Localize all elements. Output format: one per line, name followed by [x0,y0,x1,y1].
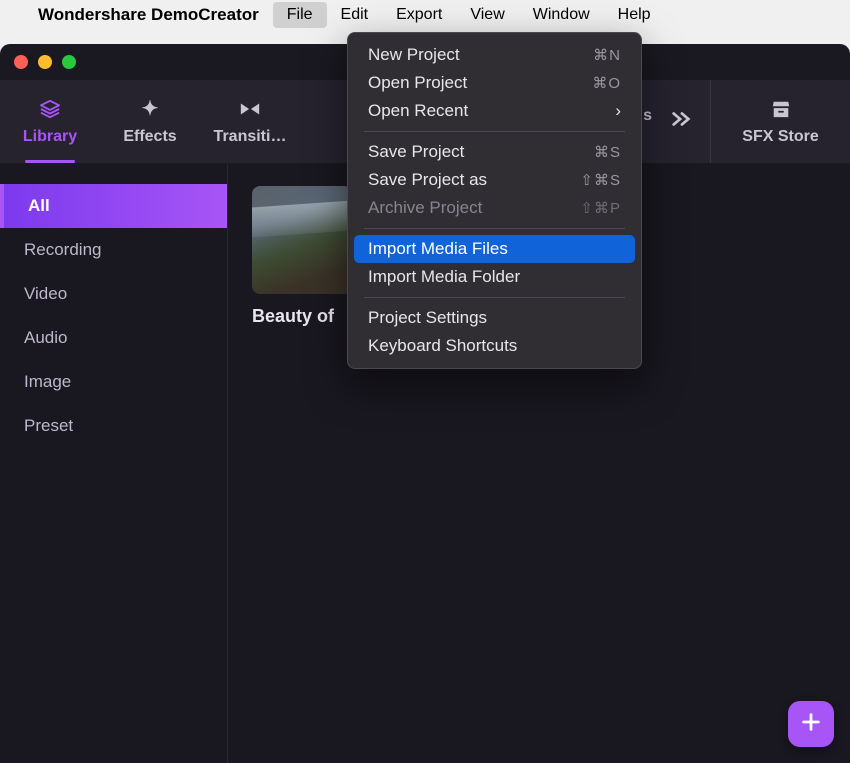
app-name: Wondershare DemoCreator [38,5,259,25]
menubar-item-file[interactable]: File [273,2,327,28]
window-close-button[interactable] [14,55,28,69]
tab-transitions[interactable]: Transiti… [200,80,300,163]
tab-library[interactable]: Library [0,80,100,163]
window-minimize-button[interactable] [38,55,52,69]
file-import-media-folder[interactable]: Import Media Folder [354,263,635,291]
tab-label: s [643,107,652,125]
file-open-project[interactable]: Open Project ⌘O [354,69,635,97]
chevron-double-right-icon [670,110,692,133]
menu-label: Import Media Folder [368,267,520,287]
macos-menubar: Wondershare DemoCreator File Edit Export… [0,0,850,30]
tab-effects[interactable]: ✦ Effects [100,80,200,163]
menubar-item-window[interactable]: Window [519,2,604,28]
tabs-overflow-button[interactable] [652,80,710,163]
sidebar-item-video[interactable]: Video [0,272,227,316]
menu-label: Project Settings [368,308,487,328]
file-new-project[interactable]: New Project ⌘N [354,41,635,69]
menubar-item-export[interactable]: Export [382,2,456,28]
sidebar-item-audio[interactable]: Audio [0,316,227,360]
chevron-right-icon: › [615,101,621,121]
file-save-project-as[interactable]: Save Project as ⇧⌘S [354,166,635,194]
window-zoom-button[interactable] [62,55,76,69]
menu-shortcut: ⌘S [594,143,621,161]
menu-label: Open Recent [368,101,468,121]
menu-separator [364,131,625,132]
menu-separator [364,297,625,298]
menubar-item-help[interactable]: Help [604,2,665,28]
tab-label: Transiti… [214,128,287,146]
menu-label: Archive Project [368,198,482,218]
tab-label: Effects [123,128,176,146]
sidebar-item-image[interactable]: Image [0,360,227,404]
menu-shortcut: ⌘N [593,46,621,64]
file-save-project[interactable]: Save Project ⌘S [354,138,635,166]
sidebar-item-preset[interactable]: Preset [0,404,227,448]
file-open-recent[interactable]: Open Recent › [354,97,635,125]
menubar-item-view[interactable]: View [456,2,518,28]
file-import-media-files[interactable]: Import Media Files [354,235,635,263]
menu-shortcut: ⇧⌘P [580,199,621,217]
sidebar-item-recording[interactable]: Recording [0,228,227,272]
tab-label: Library [23,128,77,146]
thumbnail-image [252,186,352,294]
layers-icon [39,98,61,120]
store-icon [770,98,792,120]
traffic-lights [14,55,76,69]
menu-label: Keyboard Shortcuts [368,336,517,356]
menu-separator [364,228,625,229]
menu-shortcut: ⇧⌘S [580,171,621,189]
menu-label: Save Project as [368,170,487,190]
add-media-fab[interactable] [788,701,834,747]
tab-sfx-store[interactable]: SFX Store [710,80,850,163]
sparkle-icon: ✦ [142,98,159,120]
file-project-settings[interactable]: Project Settings [354,304,635,332]
sidebar-item-all[interactable]: All [0,184,227,228]
plus-icon [800,708,822,740]
bowtie-icon [239,98,261,120]
menu-label: Save Project [368,142,464,162]
menu-shortcut: ⌘O [592,74,621,92]
menu-label: Import Media Files [368,239,508,259]
file-archive-project: Archive Project ⇧⌘P [354,194,635,222]
menu-label: Open Project [368,73,467,93]
tab-label: SFX Store [742,128,818,146]
file-menu-dropdown: New Project ⌘N Open Project ⌘O Open Rece… [347,32,642,369]
file-keyboard-shortcuts[interactable]: Keyboard Shortcuts [354,332,635,360]
menu-label: New Project [368,45,460,65]
menubar-item-edit[interactable]: Edit [327,2,383,28]
library-sidebar: All Recording Video Audio Image Preset [0,164,228,763]
